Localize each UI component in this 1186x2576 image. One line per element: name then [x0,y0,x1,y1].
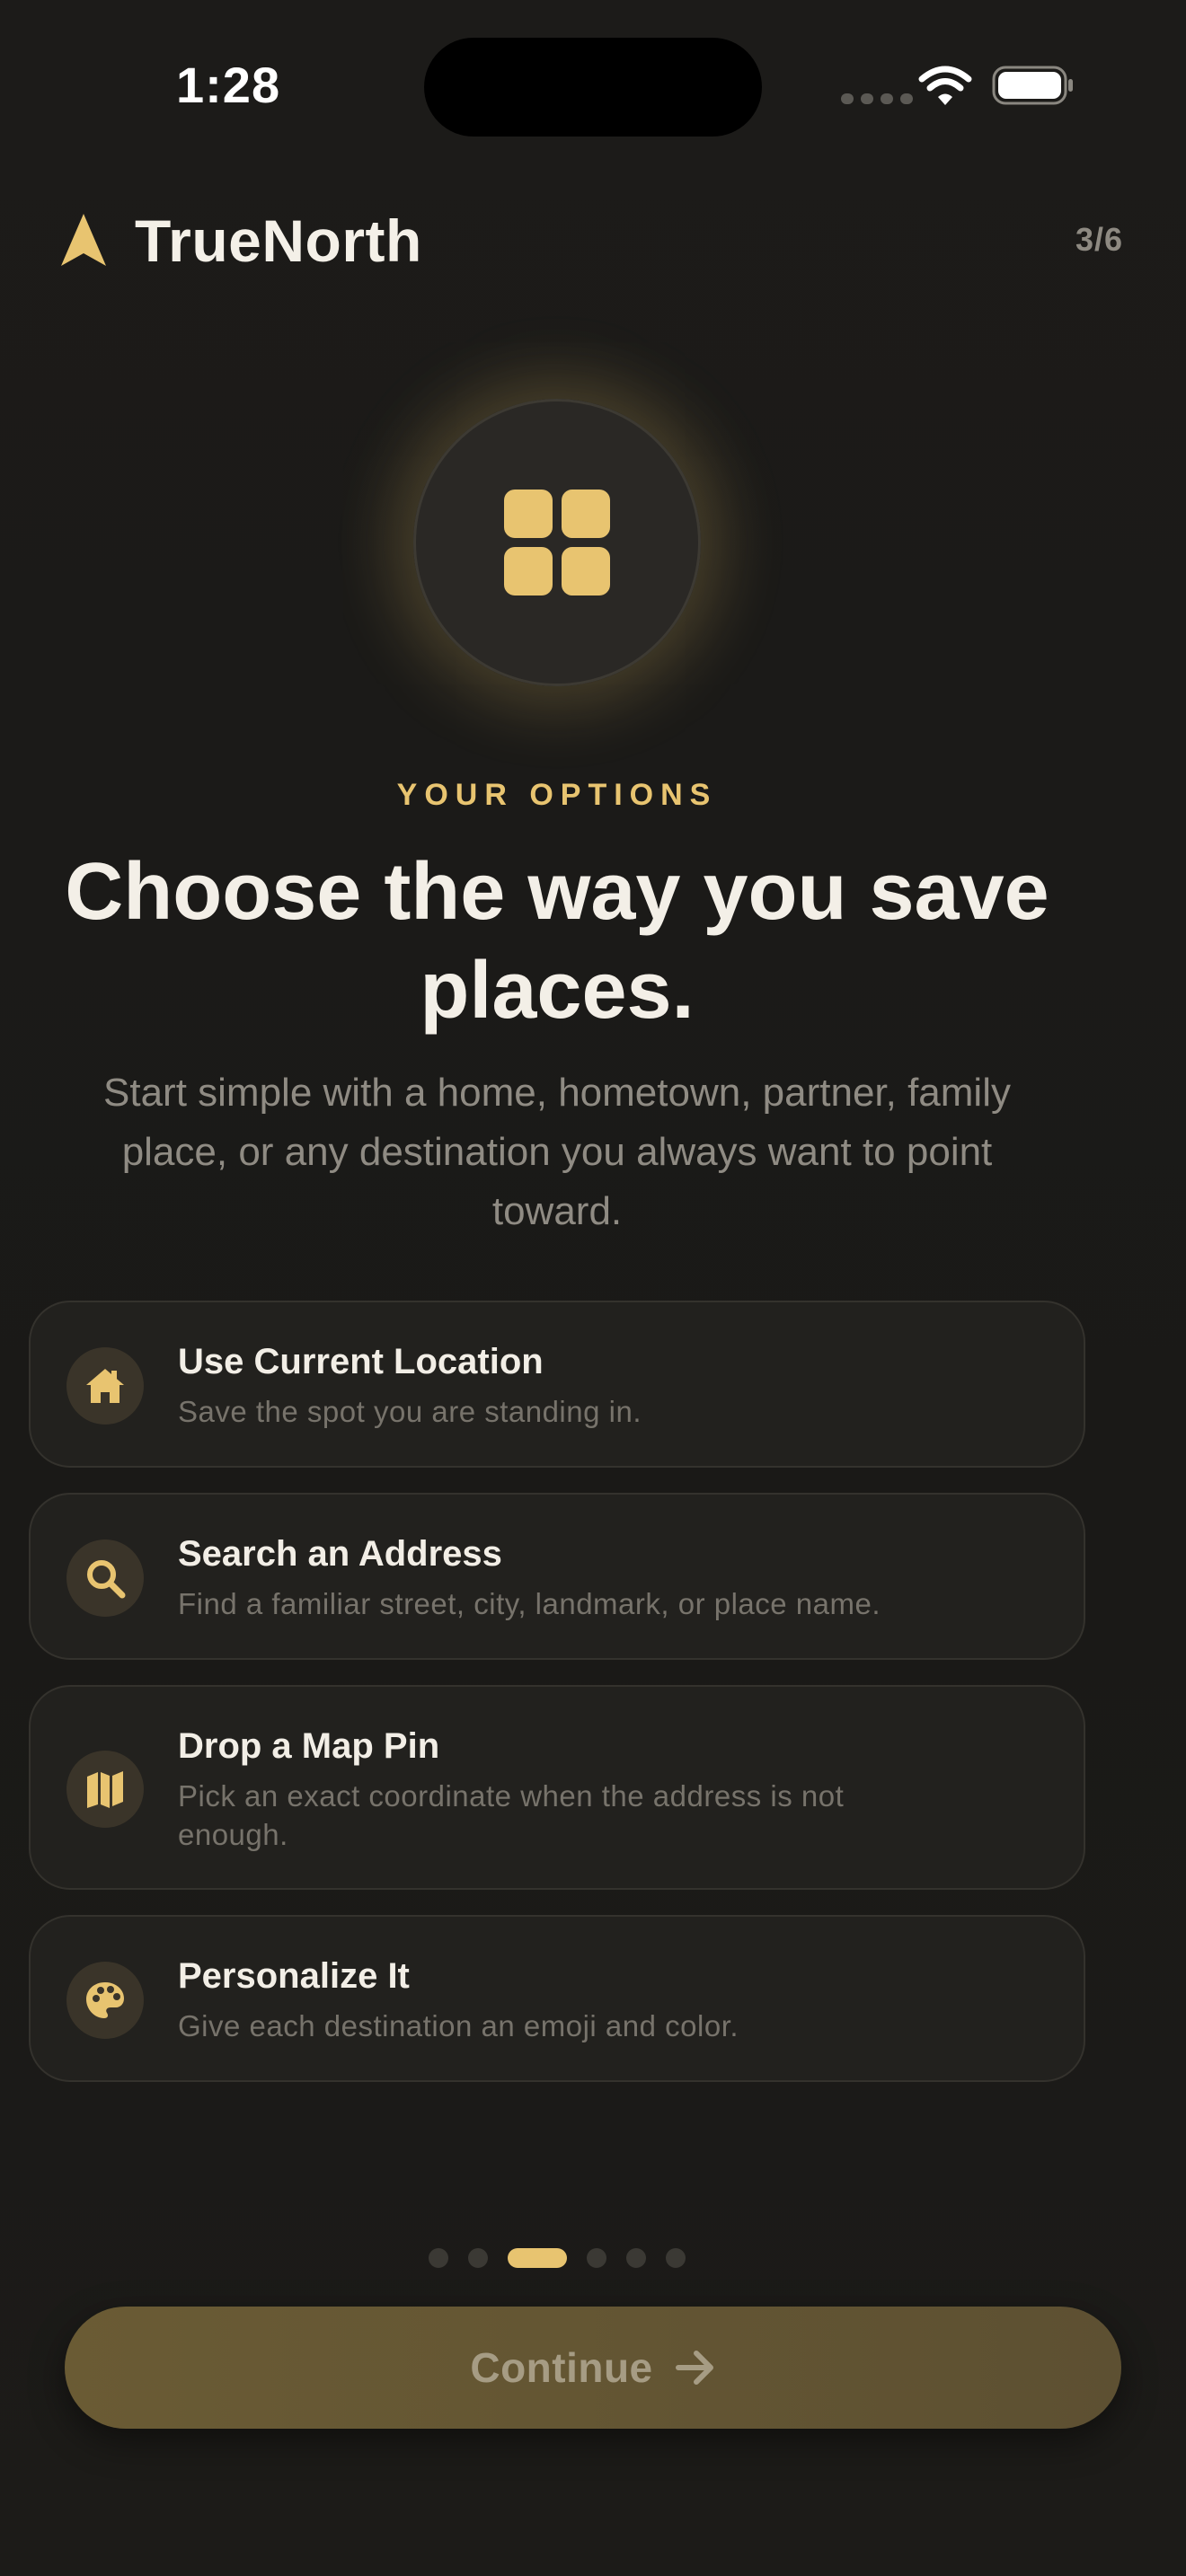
option-card-drop-pin[interactable]: Drop a Map Pin Pick an exact coordinate … [29,1685,1085,1890]
map-icon [66,1751,144,1828]
option-card-personalize[interactable]: Personalize It Give each destination an … [29,1915,1085,2082]
option-description: Give each destination an emoji and color… [178,2009,739,2042]
option-title: Search an Address [178,1534,502,1574]
onboarding-screen: 1:28 TrueNorth 3/6 YOUR OPTIONS Choose t… [0,0,1186,2576]
house-icon [66,1347,144,1425]
option-description: Pick an exact coordinate when the addres… [178,1779,845,1851]
option-title: Personalize It [178,1956,410,1996]
option-title: Drop a Map Pin [178,1726,440,1766]
option-description: Save the spot you are standing in. [178,1395,642,1428]
page-title: Choose the way you save places. [65,847,1049,1036]
app-name: TrueNorth [135,207,422,274]
battery-icon [992,66,1073,105]
option-card-current-location[interactable]: Use Current Location Save the spot you a… [29,1301,1085,1468]
page-dot-active [508,2248,567,2268]
magnifier-icon [66,1539,144,1617]
dynamic-island [424,38,762,137]
option-card-search-address[interactable]: Search an Address Find a familiar street… [29,1493,1085,1660]
continue-label: Continue [470,2344,653,2391]
wifi-icon [918,66,972,105]
page-dot [468,2248,488,2268]
option-description: Find a familiar street, city, landmark, … [178,1587,881,1620]
option-title: Use Current Location [178,1342,544,1381]
page-dot [666,2248,686,2268]
cellular-signal-icon [841,93,913,104]
continue-button[interactable]: Continue [65,2307,1121,2429]
page-dot [429,2248,448,2268]
page-dot [626,2248,646,2268]
palette-icon [66,1962,144,2039]
page-dot [587,2248,606,2268]
page-indicator [0,2248,1114,2268]
section-eyebrow: YOUR OPTIONS [396,778,718,812]
page-subtitle: Start simple with a home, hometown, part… [103,1071,1011,1233]
arrow-right-icon [675,2351,713,2385]
compass-arrow-icon [61,214,106,266]
hero-badge [413,399,701,686]
step-counter: 3/6 [1075,221,1123,258]
app-brand: TrueNorth [59,207,422,275]
grid-icon [504,490,610,595]
status-time: 1:28 [176,57,281,113]
